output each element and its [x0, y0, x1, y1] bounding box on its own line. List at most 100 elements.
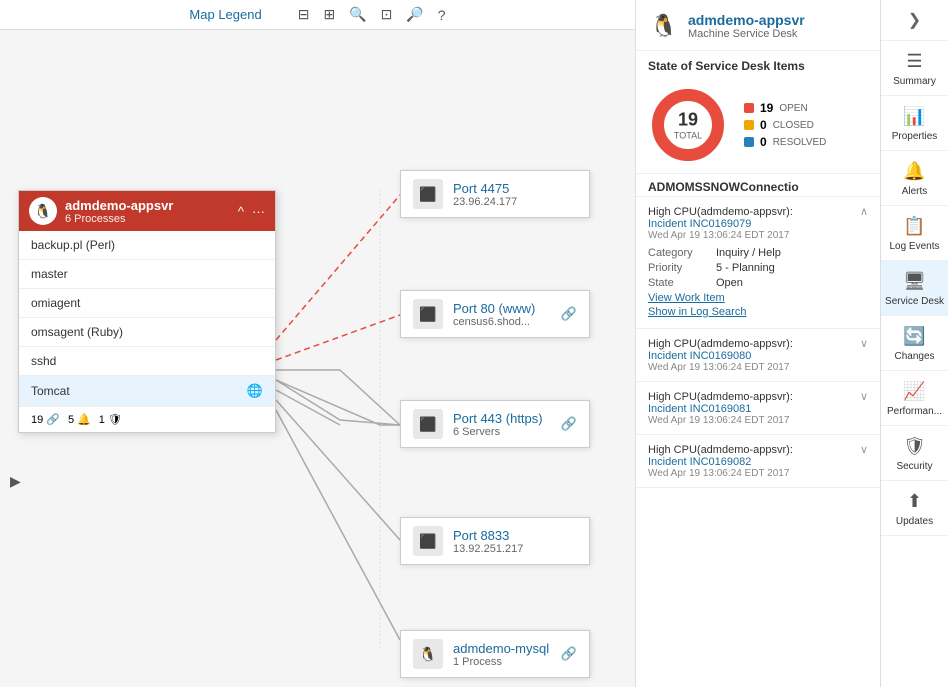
- process-card-header-icons: ^ ···: [238, 204, 265, 219]
- legend-items: 19 OPEN 0 CLOSED 0 RESOLVED: [744, 101, 826, 149]
- connection-title: ADMOMSSNOWConnectio: [636, 174, 880, 197]
- list-item-tomcat[interactable]: Tomcat 🌐: [19, 376, 275, 407]
- process-name: master: [31, 267, 68, 281]
- port-title: admdemo-mysql: [453, 641, 551, 656]
- expand-incident-icon[interactable]: ∨: [860, 390, 868, 403]
- incident-date: Wed Apr 19 13:06:24 EDT 2017: [648, 362, 868, 373]
- mysql-node[interactable]: 🐧 admdemo-mysql 1 Process 🔗: [400, 630, 590, 678]
- sidebar-item-changes[interactable]: 🔄 Changes: [881, 316, 948, 371]
- show-in-log-search-link[interactable]: Show in Log Search: [648, 306, 868, 318]
- section-title: State of Service Desk Items: [636, 51, 880, 77]
- alerts-icon: 🔔: [903, 161, 925, 182]
- port-443-node[interactable]: ⬛ Port 443 (https) 6 Servers 🔗: [400, 400, 590, 448]
- list-item[interactable]: sshd: [19, 347, 275, 376]
- maximize-icon[interactable]: ⊞: [323, 6, 335, 23]
- list-item[interactable]: backup.pl (Perl): [19, 231, 275, 260]
- collapse-incident-icon[interactable]: ∧: [860, 205, 868, 218]
- sidebar-item-summary[interactable]: ☰ Summary: [881, 41, 948, 96]
- port-icon: ⬛: [413, 299, 443, 329]
- incident-header: High CPU(admdemo-appsvr): ∨: [648, 337, 868, 350]
- sidebar-label: Updates: [896, 516, 933, 527]
- list-item[interactable]: omsagent (Ruby): [19, 318, 275, 347]
- right-panel-title: admdemo-appsvr: [688, 12, 805, 28]
- sidebar-item-log-events[interactable]: 📋 Log Events: [881, 206, 948, 261]
- map-canvas: 🐧 admdemo-appsvr 6 Processes ^ ··· backu…: [0, 30, 635, 681]
- sidebar-item-properties[interactable]: 📊 Properties: [881, 96, 948, 151]
- port-8833-node[interactable]: ⬛ Port 8833 13.92.251.217: [400, 517, 590, 565]
- properties-icon: 📊: [903, 106, 925, 127]
- incident-title: High CPU(admdemo-appsvr):: [648, 338, 793, 350]
- zoom-in-icon[interactable]: 🔎: [406, 6, 423, 23]
- expand-incident-icon[interactable]: ∨: [860, 443, 868, 456]
- external-link-badge: 🔗: [561, 306, 577, 322]
- process-card-header: 🐧 admdemo-appsvr 6 Processes ^ ···: [19, 191, 275, 231]
- map-legend-title: Map Legend: [189, 7, 261, 22]
- port-icon: ⬛: [413, 526, 443, 556]
- list-item[interactable]: omiagent: [19, 289, 275, 318]
- connection-count: 19: [31, 414, 43, 426]
- sidebar-item-service-desk[interactable]: 🖥 Service Desk: [881, 261, 948, 316]
- sidebar-item-alerts[interactable]: 🔔 Alerts: [881, 151, 948, 206]
- field-label: Category: [648, 247, 708, 259]
- sidebar-label: Properties: [892, 131, 938, 142]
- port-title: Port 8833: [453, 528, 577, 543]
- bell-icon: 🔔: [77, 413, 91, 426]
- port-title: Port 443 (https): [453, 411, 551, 426]
- collapse-icon[interactable]: ^: [238, 204, 244, 219]
- sidebar-label: Performan...: [887, 406, 942, 417]
- sidebar-expand-button[interactable]: ❯: [881, 0, 948, 41]
- port-info: Port 8833 13.92.251.217: [453, 528, 577, 555]
- donut-label: 19 TOTAL: [674, 110, 702, 141]
- incident-subtitle: Incident INC0169082: [648, 456, 868, 468]
- port-info: Port 443 (https) 6 Servers: [453, 411, 551, 438]
- field-value: Open: [716, 277, 743, 289]
- external-link-badge: 🔗: [561, 416, 577, 432]
- process-avatar: 🐧: [29, 197, 57, 225]
- log-events-icon: 📋: [903, 216, 925, 237]
- open-label: OPEN: [779, 103, 807, 114]
- process-card-info: admdemo-appsvr 6 Processes: [65, 198, 173, 225]
- port-4475-node[interactable]: ⬛ Port 4475 23.96.24.177: [400, 170, 590, 218]
- view-work-item-link[interactable]: View Work Item: [648, 292, 868, 304]
- map-toolbar: Map Legend ⊟ ⊞ 🔍 ⊡ 🔎 ?: [0, 0, 635, 30]
- minimize-icon[interactable]: ⊟: [298, 6, 310, 23]
- incident-item: High CPU(admdemo-appsvr): ∨ Incident INC…: [636, 329, 880, 382]
- closed-label: CLOSED: [773, 120, 814, 131]
- process-name: sshd: [31, 354, 56, 368]
- sidebar-item-security[interactable]: 🛡 Security: [881, 426, 948, 481]
- updates-icon: ⬆: [907, 491, 922, 512]
- port-subtitle: 23.96.24.177: [453, 196, 577, 208]
- list-item[interactable]: master: [19, 260, 275, 289]
- port-subtitle: 1 Process: [453, 656, 551, 668]
- port-title: Port 4475: [453, 181, 577, 196]
- incident-title: High CPU(admdemo-appsvr):: [648, 391, 793, 403]
- incident-item: High CPU(admdemo-appsvr): ∨ Incident INC…: [636, 435, 880, 488]
- open-count: 19: [760, 101, 773, 115]
- service-desk-icon: 🖥: [903, 271, 926, 292]
- right-panel-info: admdemo-appsvr Machine Service Desk: [688, 12, 805, 40]
- help-icon[interactable]: ?: [438, 7, 446, 23]
- incident-subtitle: Incident INC0169079: [648, 218, 868, 230]
- donut-section: 19 TOTAL 19 OPEN 0 CLOSED 0 RESOLVED: [636, 77, 880, 173]
- performance-icon: 📈: [903, 381, 925, 402]
- zoom-out-icon[interactable]: 🔍: [349, 6, 366, 23]
- link-icon: 🔗: [46, 413, 60, 426]
- donut-text: TOTAL: [674, 131, 702, 141]
- incident-header: High CPU(admdemo-appsvr): ∨: [648, 390, 868, 403]
- expand-incident-icon[interactable]: ∨: [860, 337, 868, 350]
- field-value: Inquiry / Help: [716, 247, 781, 259]
- port-80-node[interactable]: ⬛ Port 80 (www) census6.shod... 🔗: [400, 290, 590, 338]
- fit-icon[interactable]: ⊡: [381, 6, 393, 23]
- resolved-dot: [744, 137, 754, 147]
- process-card-title: admdemo-appsvr: [65, 198, 173, 213]
- sidebar-item-performance[interactable]: 📈 Performan...: [881, 371, 948, 426]
- more-icon[interactable]: ···: [252, 204, 265, 219]
- summary-icon: ☰: [906, 51, 922, 72]
- right-panel-avatar: 🐧: [648, 10, 680, 42]
- incident-item: High CPU(admdemo-appsvr): ∧ Incident INC…: [636, 197, 880, 329]
- sidebar-item-updates[interactable]: ⬆ Updates: [881, 481, 948, 536]
- process-list: backup.pl (Perl) master omiagent omsagen…: [19, 231, 275, 407]
- incident-date: Wed Apr 19 13:06:24 EDT 2017: [648, 230, 868, 241]
- process-card-header-left: 🐧 admdemo-appsvr 6 Processes: [29, 197, 173, 225]
- incident-header: High CPU(admdemo-appsvr): ∧: [648, 205, 868, 218]
